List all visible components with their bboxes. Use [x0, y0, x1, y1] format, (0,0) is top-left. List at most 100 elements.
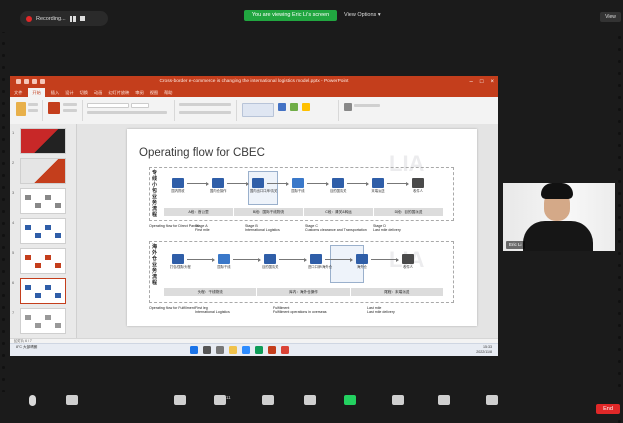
edge-dot	[618, 192, 621, 195]
thumbnail-row[interactable]: 4	[12, 218, 74, 248]
ppt-title-bar: Cross-border e-commerce is changing the …	[10, 76, 498, 88]
mic-control[interactable]	[12, 395, 52, 408]
ribbon-tab[interactable]: 文件	[14, 88, 22, 97]
flow-arrow	[325, 257, 353, 262]
flow-node-icon	[310, 254, 322, 264]
close-icon[interactable]: ×	[490, 76, 494, 88]
edge-dot	[2, 270, 5, 273]
wechat-icon[interactable]	[255, 346, 263, 354]
participants-control[interactable]: 11	[200, 395, 240, 407]
recording-indicator[interactable]: Recording...	[20, 11, 108, 26]
file-explorer-icon[interactable]	[229, 346, 237, 354]
slide-thumbnail[interactable]	[20, 278, 66, 304]
participant-body	[523, 221, 593, 251]
participant-hair	[541, 183, 573, 199]
browser-icon[interactable]	[281, 346, 289, 354]
slide-thumbnail[interactable]	[20, 248, 66, 274]
flow-node: 进口口岸/海外仓	[308, 254, 332, 269]
ribbon-tab[interactable]: 插入	[51, 88, 59, 97]
find-icon[interactable]	[344, 103, 352, 111]
paste-icon[interactable]	[16, 102, 26, 116]
font-name-box[interactable]	[87, 103, 129, 108]
ribbon-tab[interactable]: 开始	[28, 88, 45, 97]
thumbnail-shape	[45, 255, 51, 260]
quick-access-icons[interactable]	[16, 79, 45, 84]
chat-control[interactable]	[290, 395, 330, 407]
slide-thumbnail[interactable]	[20, 188, 66, 214]
slide-thumbnail[interactable]	[20, 308, 66, 334]
new-slide-icon[interactable]	[48, 102, 60, 114]
edge-dot	[618, 216, 621, 219]
ribbon-tab[interactable]: 动画	[94, 88, 102, 97]
stop-icon[interactable]	[79, 16, 85, 21]
breakout-icon	[438, 395, 450, 405]
clock-date: 2022/11/8	[476, 350, 492, 354]
lane1-label: 专线小包业务流程	[152, 170, 158, 218]
slide-thumbnail[interactable]	[20, 218, 66, 244]
shapes-gallery[interactable]	[242, 103, 274, 117]
thumbnail-shape	[35, 293, 41, 298]
shape-fill-icon[interactable]	[302, 103, 310, 111]
thumbnail-shape	[25, 225, 31, 230]
video-control[interactable]	[52, 395, 92, 407]
edge-dot	[2, 342, 5, 345]
polls-control[interactable]	[248, 395, 288, 407]
flow-arrow	[371, 257, 399, 262]
participant-video[interactable]: Eric Li	[503, 183, 615, 251]
current-slide[interactable]: Operating flow for CBEC LIA LIA 专线小包业务流程…	[127, 129, 477, 326]
pause-icon[interactable]	[69, 15, 76, 22]
share-control[interactable]	[330, 395, 370, 407]
breakout-control[interactable]	[424, 395, 464, 407]
search-icon[interactable]	[203, 346, 211, 354]
ribbon-tab[interactable]: 帮助	[164, 88, 172, 97]
thumbnail-row[interactable]: 7	[12, 308, 74, 338]
zoom-top-bar: Recording... You are viewing Eric Li's s…	[0, 0, 623, 32]
arrange-icon[interactable]	[278, 103, 286, 111]
start-icon[interactable]	[190, 346, 198, 354]
maximize-icon[interactable]: □	[480, 76, 484, 88]
flow-node: 打包/国际头程	[170, 254, 191, 269]
minimize-icon[interactable]: –	[470, 76, 473, 88]
thumbnail-row[interactable]: 6	[12, 278, 74, 308]
thumbnail-row[interactable]: 2	[12, 158, 74, 188]
viewing-banner: You are viewing Eric Li's screen	[244, 10, 337, 21]
edge-dot	[618, 84, 621, 87]
taskbar-weather[interactable]: 8°C 大部晴朗	[16, 345, 37, 350]
slide-thumbnail[interactable]	[20, 128, 66, 154]
participants-icon	[214, 395, 226, 405]
task-view-icon[interactable]	[216, 346, 224, 354]
flow-node: 国际干线	[290, 178, 306, 193]
flow-node: 国内仓操作	[210, 178, 226, 193]
view-options-menu[interactable]: View Options ▾	[344, 10, 381, 21]
record-control[interactable]	[378, 395, 418, 407]
thumbnail-row[interactable]: 3	[12, 188, 74, 218]
flow-node-icon	[402, 254, 414, 264]
powerpoint-app-icon[interactable]	[268, 346, 276, 354]
ribbon-tab[interactable]: 审阅	[135, 88, 143, 97]
reactions-control[interactable]	[472, 395, 512, 407]
zoom-app-icon[interactable]	[242, 346, 250, 354]
stage-note: Stage D Last mile delivery	[373, 224, 401, 233]
slide-thumbnail[interactable]	[20, 158, 66, 184]
edge-dot	[2, 258, 5, 261]
security-control[interactable]	[160, 395, 200, 407]
quick-styles-icon[interactable]	[290, 103, 298, 111]
window-controls[interactable]: – □ ×	[470, 76, 494, 88]
taskbar-clock[interactable]: 15:33 2022/11/8	[476, 345, 492, 355]
lane-direct-parcel: 专线小包业务流程 国内揽收 国内仓操作 国内出口口岸/清关 国际干线 目的国清关 末端派送…	[149, 167, 454, 221]
edge-dot	[618, 132, 621, 135]
flow-node-icon	[292, 178, 304, 188]
end-meeting-button[interactable]: End	[596, 404, 620, 414]
font-size-box[interactable]	[131, 103, 149, 108]
edge-dot	[2, 126, 5, 129]
ribbon-tab[interactable]: 切换	[80, 88, 88, 97]
ribbon-tab[interactable]: 设计	[65, 88, 73, 97]
thumbnail-row[interactable]: 5	[12, 248, 74, 278]
stage-label: 库内：海外仓操作	[257, 288, 351, 296]
flow-node-icon	[252, 178, 264, 188]
ribbon-tab[interactable]: 视图	[150, 88, 158, 97]
view-button[interactable]: View	[600, 12, 621, 22]
thumbnail-row[interactable]: 1	[12, 128, 74, 158]
ribbon-tab[interactable]: 幻灯片放映	[108, 88, 129, 97]
share-icon	[344, 395, 356, 405]
